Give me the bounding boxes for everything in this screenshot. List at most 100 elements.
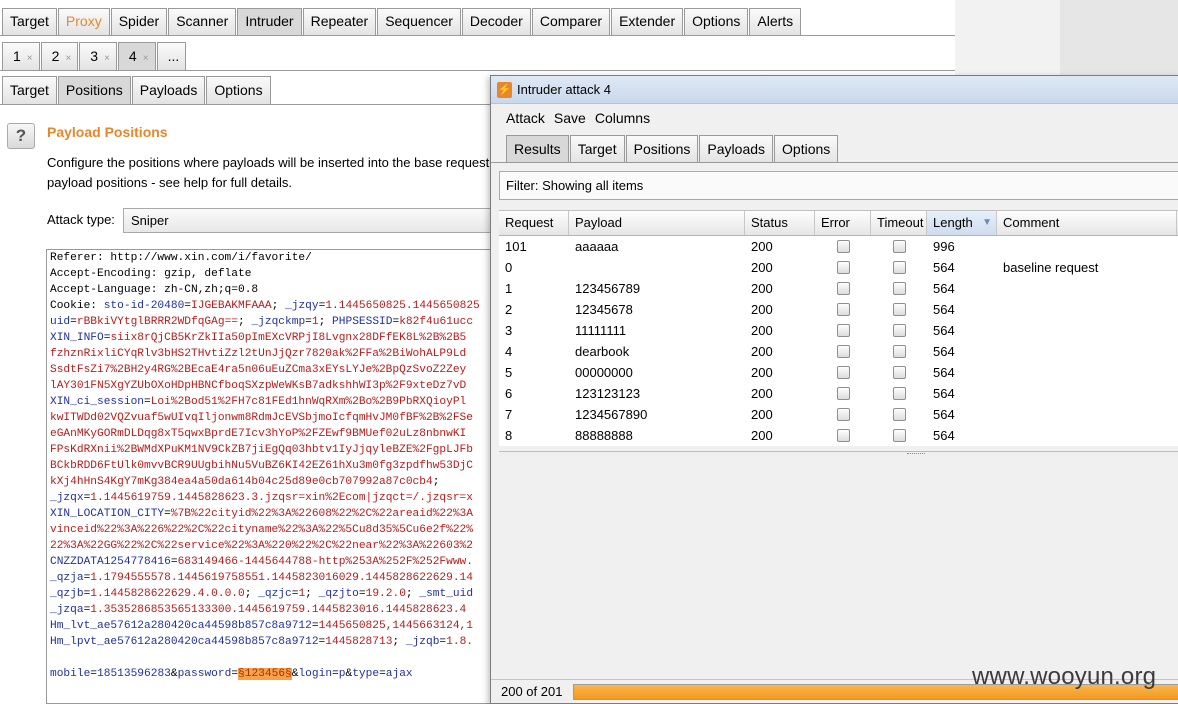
timeout-checkbox[interactable] (892, 408, 906, 421)
request-text: _qzja (50, 572, 84, 584)
intruder-attack-window: ⚡ Intruder attack 4 Attack Save Columns Re… (490, 75, 1178, 704)
attack-tabs: 1 × 2 × 3 × 4 ×... (2, 42, 187, 70)
column-header-label: Status (751, 215, 788, 230)
table-row[interactable]: 0 200 564 baseline request (499, 257, 1178, 278)
watermark: www.wooyun.org (972, 663, 1157, 690)
request-text: = (332, 668, 339, 680)
tab-payloads[interactable]: Payloads (699, 135, 774, 163)
table-row[interactable]: 101 aaaaaa 200 996 (499, 236, 1178, 257)
menu-save[interactable]: Save (554, 104, 586, 132)
column-header-status[interactable]: Status (745, 211, 815, 235)
column-header-comment[interactable]: Comment (997, 211, 1177, 235)
request-text: ; (432, 476, 440, 488)
timeout-checkbox[interactable] (892, 429, 906, 442)
error-checkbox[interactable] (836, 324, 850, 337)
tab-positions[interactable]: Positions (625, 135, 699, 163)
attack-tab-2[interactable]: 2 × (40, 42, 79, 70)
table-row[interactable]: 5 00000000 200 564 (499, 362, 1178, 383)
tab-intruder[interactable]: Intruder (237, 8, 302, 35)
column-header-request[interactable]: Request (499, 211, 569, 235)
error-checkbox[interactable] (836, 429, 850, 442)
sort-desc-icon: ▼ (982, 217, 992, 228)
attack-type-select[interactable]: Sniper (123, 208, 503, 233)
column-header-length[interactable]: Length ▼ (927, 211, 997, 235)
cell-request: 3 (505, 323, 513, 338)
menu-attack[interactable]: Attack (506, 104, 545, 132)
request-text: k82f4u61ucc (399, 316, 474, 328)
menu-columns[interactable]: Columns (595, 104, 650, 132)
tab-repeater[interactable]: Repeater (302, 8, 377, 35)
close-icon[interactable]: × (104, 53, 110, 64)
pane-splitter[interactable] (499, 451, 1178, 456)
tab-results[interactable]: Results (506, 135, 569, 163)
close-icon[interactable]: × (143, 53, 149, 64)
attack-tab-more[interactable]: ... (156, 42, 187, 70)
cell-length: 564 (933, 365, 955, 380)
error-checkbox[interactable] (836, 282, 850, 295)
background-area (955, 0, 1178, 75)
timeout-checkbox[interactable] (892, 324, 906, 337)
tab-proxy[interactable]: Proxy (57, 8, 110, 35)
request-text: 1.1445828622629.4.0.0.0 (90, 588, 245, 600)
request-text: = (144, 396, 151, 408)
close-icon[interactable]: × (27, 53, 33, 64)
tab-sequencer[interactable]: Sequencer (377, 8, 461, 35)
tab-options[interactable]: Options (774, 135, 839, 163)
column-header-timeout[interactable]: Timeout (871, 211, 927, 235)
error-checkbox[interactable] (836, 303, 850, 316)
tab-payloads[interactable]: Payloads (131, 76, 206, 104)
tab-scanner[interactable]: Scanner (168, 8, 237, 35)
request-text: kwITWDd02VQZvuaf5wUIvqIljonwm8RdmJcEVSbj… (50, 412, 473, 424)
column-header-payload[interactable]: Payload (569, 211, 745, 235)
error-checkbox[interactable] (836, 387, 850, 400)
window-title-bar[interactable]: ⚡ Intruder attack 4 (491, 76, 1178, 104)
tab-options[interactable]: Options (206, 76, 271, 104)
tab-options[interactable]: Options (684, 8, 749, 35)
cell-status: 200 (751, 281, 773, 296)
attack-tab-3[interactable]: 3 × (79, 42, 117, 70)
attack-tab-4[interactable]: 4 × (117, 42, 156, 70)
payload-marker[interactable]: §123456§ (238, 668, 292, 680)
attack-tab-1[interactable]: 1 × (2, 42, 40, 70)
tab-spider[interactable]: Spider (110, 8, 168, 35)
table-row[interactable]: 7 1234567890 200 564 (499, 404, 1178, 425)
error-checkbox[interactable] (836, 345, 850, 358)
request-editor[interactable]: Referer: http://www.xin.com/i/favorite/A… (46, 249, 506, 704)
tab-target[interactable]: Target (2, 76, 57, 104)
tab-comparer[interactable]: Comparer (531, 8, 611, 35)
tab-decoder[interactable]: Decoder (461, 8, 531, 35)
tab-extender[interactable]: Extender (611, 8, 684, 35)
table-row[interactable]: 3 11111111 200 564 (499, 320, 1178, 341)
timeout-checkbox[interactable] (892, 240, 906, 253)
cell-timeout (871, 236, 927, 257)
error-checkbox[interactable] (836, 240, 850, 253)
timeout-checkbox[interactable] (892, 282, 906, 295)
timeout-checkbox[interactable] (892, 303, 906, 316)
table-row[interactable]: 6 123123123 200 564 (499, 383, 1178, 404)
timeout-checkbox[interactable] (892, 387, 906, 400)
background-panel (1060, 0, 1178, 75)
timeout-checkbox[interactable] (892, 261, 906, 274)
timeout-checkbox[interactable] (892, 345, 906, 358)
cell-timeout (871, 278, 927, 299)
tab-target[interactable]: Target (569, 135, 625, 163)
column-header-error[interactable]: Error (815, 211, 871, 235)
table-row[interactable]: 2 12345678 200 564 (499, 299, 1178, 320)
error-checkbox[interactable] (836, 408, 850, 421)
tab-target[interactable]: Target (2, 8, 57, 35)
tab-positions[interactable]: Positions (57, 76, 131, 104)
error-checkbox[interactable] (836, 366, 850, 379)
error-checkbox[interactable] (836, 261, 850, 274)
request-line: XIN_ci_session=Loi%2Bod51%2FH7c81FEd1hnW… (47, 394, 505, 410)
filter-bar[interactable]: Filter: Showing all items (499, 171, 1178, 200)
request-text: _jzqb (405, 636, 440, 648)
table-row[interactable]: 4 dearbook 200 564 (499, 341, 1178, 362)
table-row[interactable]: 1 123456789 200 564 (499, 278, 1178, 299)
table-row[interactable]: 8 88888888 200 564 (499, 425, 1178, 446)
tab-alerts[interactable]: Alerts (749, 8, 802, 35)
request-text: _jzqa (50, 604, 84, 616)
timeout-checkbox[interactable] (892, 366, 906, 379)
splitter-grip[interactable] (907, 453, 925, 455)
close-icon[interactable]: × (65, 53, 71, 64)
help-icon[interactable]: ? (7, 123, 35, 149)
